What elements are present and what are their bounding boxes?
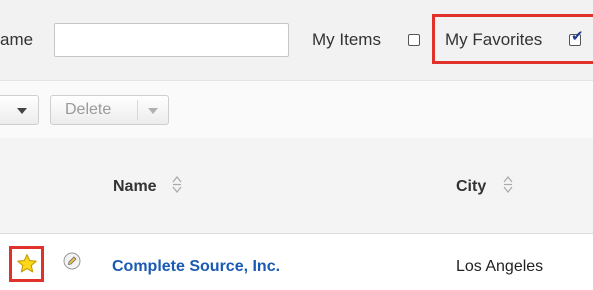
checkmark-icon: ✔ (571, 28, 584, 45)
delete-button-label: Delete (65, 101, 112, 118)
chevron-down-icon (17, 108, 27, 114)
list-toolbar: Delete (0, 80, 593, 139)
table-row: Complete Source, Inc. Los Angeles (0, 234, 593, 290)
my-favorites-checkbox[interactable]: ✔ (569, 29, 584, 46)
sort-arrows-icon[interactable] (502, 175, 514, 193)
my-items-label: My Items (312, 30, 381, 49)
sort-arrows-icon[interactable] (171, 175, 183, 193)
actions-dropdown-button[interactable] (0, 95, 39, 125)
name-filter-label: ame (0, 30, 34, 49)
my-items-checkbox[interactable] (408, 34, 420, 46)
pencil-icon[interactable] (63, 252, 81, 270)
name-filter-input[interactable] (54, 23, 289, 57)
star-icon[interactable] (16, 253, 38, 275)
table-header: Name City (0, 138, 593, 234)
my-favorites-label: My Favorites (445, 30, 543, 49)
my-favorites-highlight: My Favorites ✔ (432, 14, 593, 64)
button-divider (137, 100, 138, 120)
column-header-city[interactable]: City (456, 178, 486, 196)
delete-button[interactable]: Delete (50, 95, 169, 125)
account-name-link[interactable]: Complete Source, Inc. (112, 258, 280, 276)
account-city: Los Angeles (456, 258, 544, 275)
favorite-highlight (9, 246, 44, 282)
column-header-name[interactable]: Name (113, 178, 157, 196)
chevron-down-icon (148, 108, 158, 114)
filter-bar: ame My Items My Favorites ✔ (0, 0, 593, 80)
